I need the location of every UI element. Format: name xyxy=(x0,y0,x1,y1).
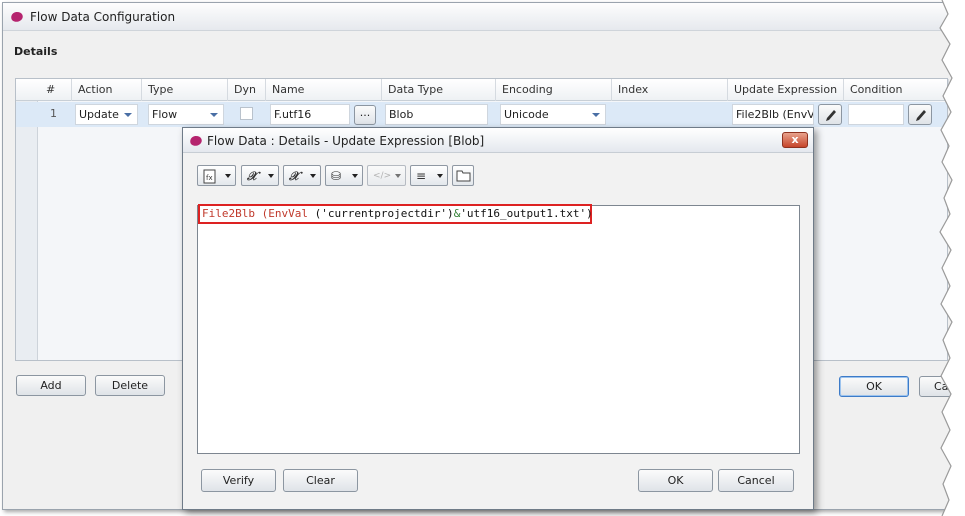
details-heading: Details xyxy=(14,45,58,58)
expr-arg-projectdir: ('currentprojectdir') xyxy=(307,207,454,220)
chevron-down-icon xyxy=(592,113,600,117)
col-header-encoding[interactable]: Encoding xyxy=(496,79,612,101)
insert-sub-variable-dropdown[interactable]: 𝒳 xyxy=(283,165,321,186)
col-header-data-type[interactable]: Data Type xyxy=(382,79,496,101)
edit-condition-button[interactable] xyxy=(908,104,932,125)
insert-function-dropdown[interactable]: fx xyxy=(197,165,236,186)
torn-edge-decoration xyxy=(939,0,965,516)
name-value: F.utf16 xyxy=(274,108,312,121)
chevron-down-icon xyxy=(268,174,274,178)
variable-x-icon: 𝒳 xyxy=(247,169,258,183)
chevron-down-icon xyxy=(437,174,443,178)
name-field[interactable]: F.utf16 xyxy=(270,104,350,125)
svg-text:fx: fx xyxy=(206,174,213,182)
col-header-number[interactable]: # xyxy=(40,79,72,101)
col-header-action[interactable]: Action xyxy=(72,79,142,101)
xml-tag-icon: </> xyxy=(373,171,392,181)
chevron-down-icon xyxy=(124,113,132,117)
col-header-type[interactable]: Type xyxy=(142,79,228,101)
edit-update-expression-button[interactable] xyxy=(818,104,842,125)
app-logo-icon xyxy=(11,12,23,22)
dyn-checkbox[interactable] xyxy=(240,107,253,120)
update-expression-dialog: Flow Data : Details - Update Expression … xyxy=(182,127,814,510)
close-icon[interactable]: x xyxy=(782,132,808,148)
window-title: Flow Data Configuration xyxy=(30,10,176,24)
action-value: Update xyxy=(79,108,119,121)
pencil-icon xyxy=(826,110,836,121)
chevron-down-icon xyxy=(210,113,218,117)
encoding-dropdown[interactable]: Unicode xyxy=(500,104,606,125)
table-row[interactable]: 1 Update Flow F.utf16 ... Blob Unicode F… xyxy=(16,102,947,127)
row-number: 1 xyxy=(50,107,57,120)
chevron-down-icon xyxy=(225,174,231,178)
col-header-update-expression[interactable]: Update Expression xyxy=(728,79,844,101)
chevron-down-icon xyxy=(352,174,358,178)
list-icon: ≡ xyxy=(416,169,427,183)
insert-variable-dropdown[interactable]: 𝒳 xyxy=(241,165,279,186)
pencil-icon xyxy=(916,110,926,121)
encoding-value: Unicode xyxy=(504,108,549,121)
add-button[interactable]: Add xyxy=(16,375,86,396)
open-folder-button[interactable] xyxy=(452,165,474,186)
expression-editor[interactable]: File2Blb (EnvVal ('currentprojectdir')&'… xyxy=(197,204,800,454)
browse-name-button[interactable]: ... xyxy=(354,105,376,125)
update-expression-field[interactable]: File2Blb (EnvVal xyxy=(732,104,814,125)
dialog-title: Flow Data : Details - Update Expression … xyxy=(207,134,485,148)
app-logo-icon xyxy=(190,136,202,146)
ok-button[interactable]: OK xyxy=(839,376,909,397)
expr-arg-filename: 'utf16_output1.txt') xyxy=(460,207,593,220)
type-dropdown[interactable]: Flow xyxy=(148,104,224,125)
variable-x-sub-icon: 𝒳 xyxy=(289,169,300,183)
chevron-down-icon xyxy=(310,174,316,178)
insert-list-dropdown[interactable]: ≡ xyxy=(410,165,448,186)
dialog-titlebar[interactable]: Flow Data : Details - Update Expression … xyxy=(183,128,813,153)
dialog-ok-button[interactable]: OK xyxy=(638,469,713,492)
index-field[interactable] xyxy=(614,104,724,125)
folder-icon xyxy=(456,170,471,182)
action-dropdown[interactable]: Update xyxy=(75,104,138,125)
expr-function-file2blb: File2Blb xyxy=(202,207,255,220)
grid-header: # Action Type Dyn Name Data Type Encodin… xyxy=(16,79,949,101)
col-header-name[interactable]: Name xyxy=(266,79,382,101)
data-type-value: Blob xyxy=(389,108,414,121)
expr-function-envval: EnvVal xyxy=(268,207,308,220)
expr-paren: ( xyxy=(254,207,269,220)
data-type-field[interactable]: Blob xyxy=(385,104,488,125)
insert-database-dropdown[interactable]: ⛁ xyxy=(325,165,363,186)
insert-xml-dropdown[interactable]: </> xyxy=(367,165,406,186)
expression-text[interactable]: File2Blb (EnvVal ('currentprojectdir')&'… xyxy=(198,204,593,224)
col-header-dyn[interactable]: Dyn xyxy=(228,79,266,101)
window-titlebar[interactable]: Flow Data Configuration xyxy=(3,3,957,31)
database-icon: ⛁ xyxy=(331,169,342,183)
update-expression-value: File2Blb (EnvVal xyxy=(736,108,814,121)
document-fx-icon: fx xyxy=(203,169,216,184)
verify-button[interactable]: Verify xyxy=(201,469,276,492)
delete-button[interactable]: Delete xyxy=(95,375,165,396)
chevron-down-icon xyxy=(395,174,401,178)
dialog-cancel-button[interactable]: Cancel xyxy=(718,469,794,492)
col-header-index[interactable]: Index xyxy=(612,79,728,101)
clear-button[interactable]: Clear xyxy=(283,469,358,492)
type-value: Flow xyxy=(152,108,178,121)
condition-field[interactable] xyxy=(848,104,904,125)
